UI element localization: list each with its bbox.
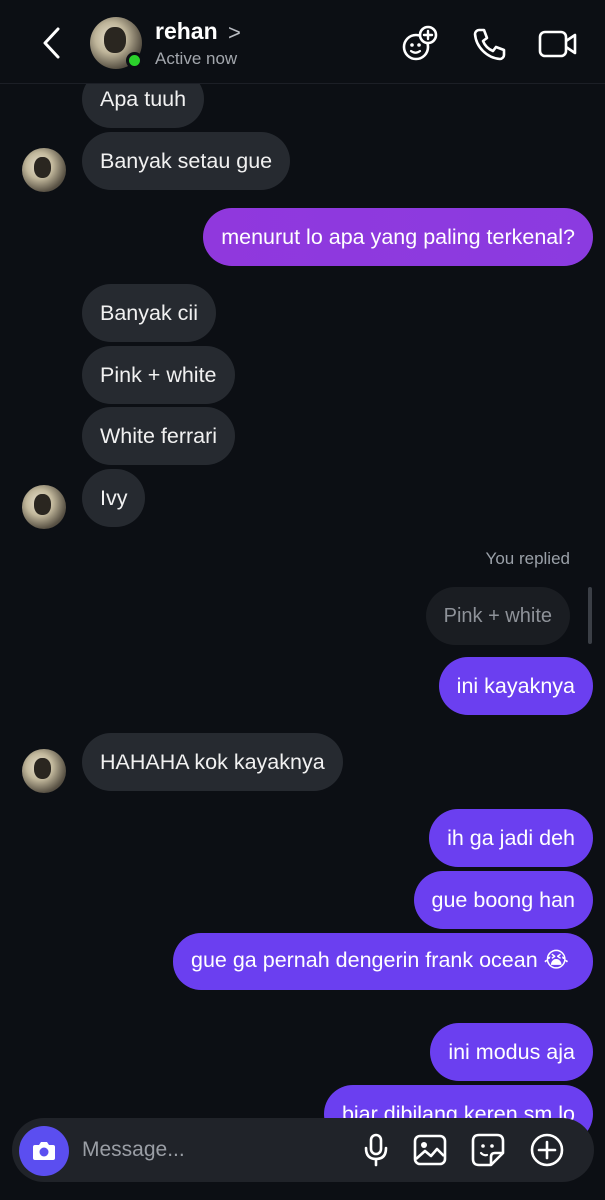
video-camera-icon: [538, 30, 577, 58]
message-incoming: Ivy: [82, 469, 146, 527]
chat-screen: Apa tuuh Banyak setau gue menurut lo apa…: [0, 0, 605, 1200]
message-outgoing: ih ga jadi deh: [429, 809, 593, 867]
phone-icon: [473, 28, 506, 61]
message-composer: [12, 1118, 594, 1182]
avatar-effects-button[interactable]: [400, 24, 440, 64]
sticker-icon: [471, 1133, 505, 1167]
message-outgoing: gue ga pernah dengerin frank ocean 😭: [173, 933, 593, 990]
voice-call-button[interactable]: [469, 24, 509, 64]
sender-avatar[interactable]: [22, 148, 66, 192]
back-icon: [43, 27, 60, 59]
sender-avatar[interactable]: [22, 485, 66, 529]
chevron-right-icon[interactable]: >: [228, 20, 241, 46]
contact-status: Active now: [155, 49, 238, 68]
gallery-button[interactable]: [410, 1130, 450, 1170]
camera-button[interactable]: [19, 1126, 69, 1176]
message-outgoing: ini modus aja: [430, 1023, 593, 1081]
online-status-dot: [126, 52, 143, 69]
avatar-effects-icon: [402, 25, 438, 61]
you-replied-label: You replied: [485, 549, 570, 568]
message-incoming: White ferrari: [82, 407, 236, 465]
back-button[interactable]: [34, 24, 70, 62]
chat-header: rehan > Active now: [0, 0, 605, 84]
reply-quoted-message[interactable]: Pink + white: [425, 587, 570, 645]
plus-icon: [530, 1133, 564, 1167]
message-incoming: HAHAHA kok kayaknya: [82, 733, 343, 791]
message-outgoing: menurut lo apa yang paling terkenal?: [203, 208, 593, 266]
reply-indicator-bar: [588, 587, 592, 644]
message-incoming: Banyak setau gue: [82, 132, 291, 190]
more-options-button[interactable]: [527, 1130, 567, 1170]
message-outgoing: ini kayaknya: [438, 657, 593, 715]
camera-icon: [33, 1142, 55, 1160]
message-incoming: Banyak cii: [82, 284, 216, 342]
gallery-icon: [413, 1134, 447, 1166]
message-input[interactable]: [82, 1130, 352, 1170]
sticker-button[interactable]: [468, 1130, 508, 1170]
message-outgoing: gue boong han: [413, 871, 593, 929]
sender-avatar[interactable]: [22, 749, 66, 793]
message-incoming: Pink + white: [82, 346, 235, 404]
microphone-icon: [364, 1133, 388, 1167]
voice-message-button[interactable]: [356, 1130, 396, 1170]
video-call-button[interactable]: [538, 24, 578, 64]
contact-name[interactable]: rehan: [155, 18, 218, 45]
